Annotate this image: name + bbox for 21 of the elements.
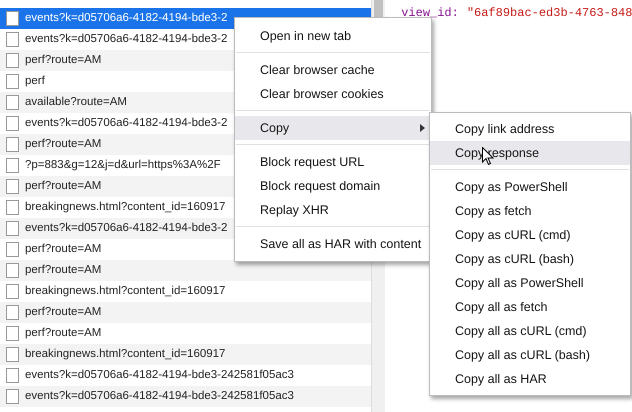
- request-name: perf?route=AM: [25, 52, 102, 68]
- request-name: perf?route=AM: [25, 262, 102, 278]
- request-name: perf?route=AM: [25, 326, 102, 341]
- request-name: breakingnews.html?content_id=160917: [25, 200, 226, 215]
- request-name: perf?route=AM: [25, 136, 102, 152]
- request-name: available?route=AM: [25, 94, 127, 110]
- request-name: breakingnews.html?content_id=160917: [25, 346, 226, 362]
- request-name: events?k=d05706a6-4182-4194-bde3-2: [25, 10, 228, 26]
- request-name: events?k=d05706a6-4182-4194-bde3-2: [25, 32, 228, 47]
- request-name: events?k=d05706a6-4182-4194-bde3-2: [25, 220, 228, 236]
- request-name: ?p=883&g=12&j=d&url=https%3A%2F: [25, 158, 221, 173]
- json-key: view_id:: [401, 6, 459, 20]
- request-name: perf?route=AM: [25, 242, 102, 257]
- request-name: perf?route=AM: [25, 304, 102, 320]
- request-name: perf: [25, 74, 45, 89]
- request-name: perf?route=AM: [25, 178, 102, 194]
- request-name: events?k=d05706a6-4182-4194-bde3-2: [25, 116, 228, 131]
- json-value: "6af89bac-ed3b-4763-848: [466, 6, 632, 20]
- request-name: breakingnews.html?content_id=160917: [25, 284, 226, 299]
- request-name: events?k=d05706a6-4182-4194-bde3-242581f05ac3: [25, 368, 294, 383]
- request-name: events?k=d05706a6-4182-4194-bde3-242581f05ac3: [25, 388, 294, 404]
